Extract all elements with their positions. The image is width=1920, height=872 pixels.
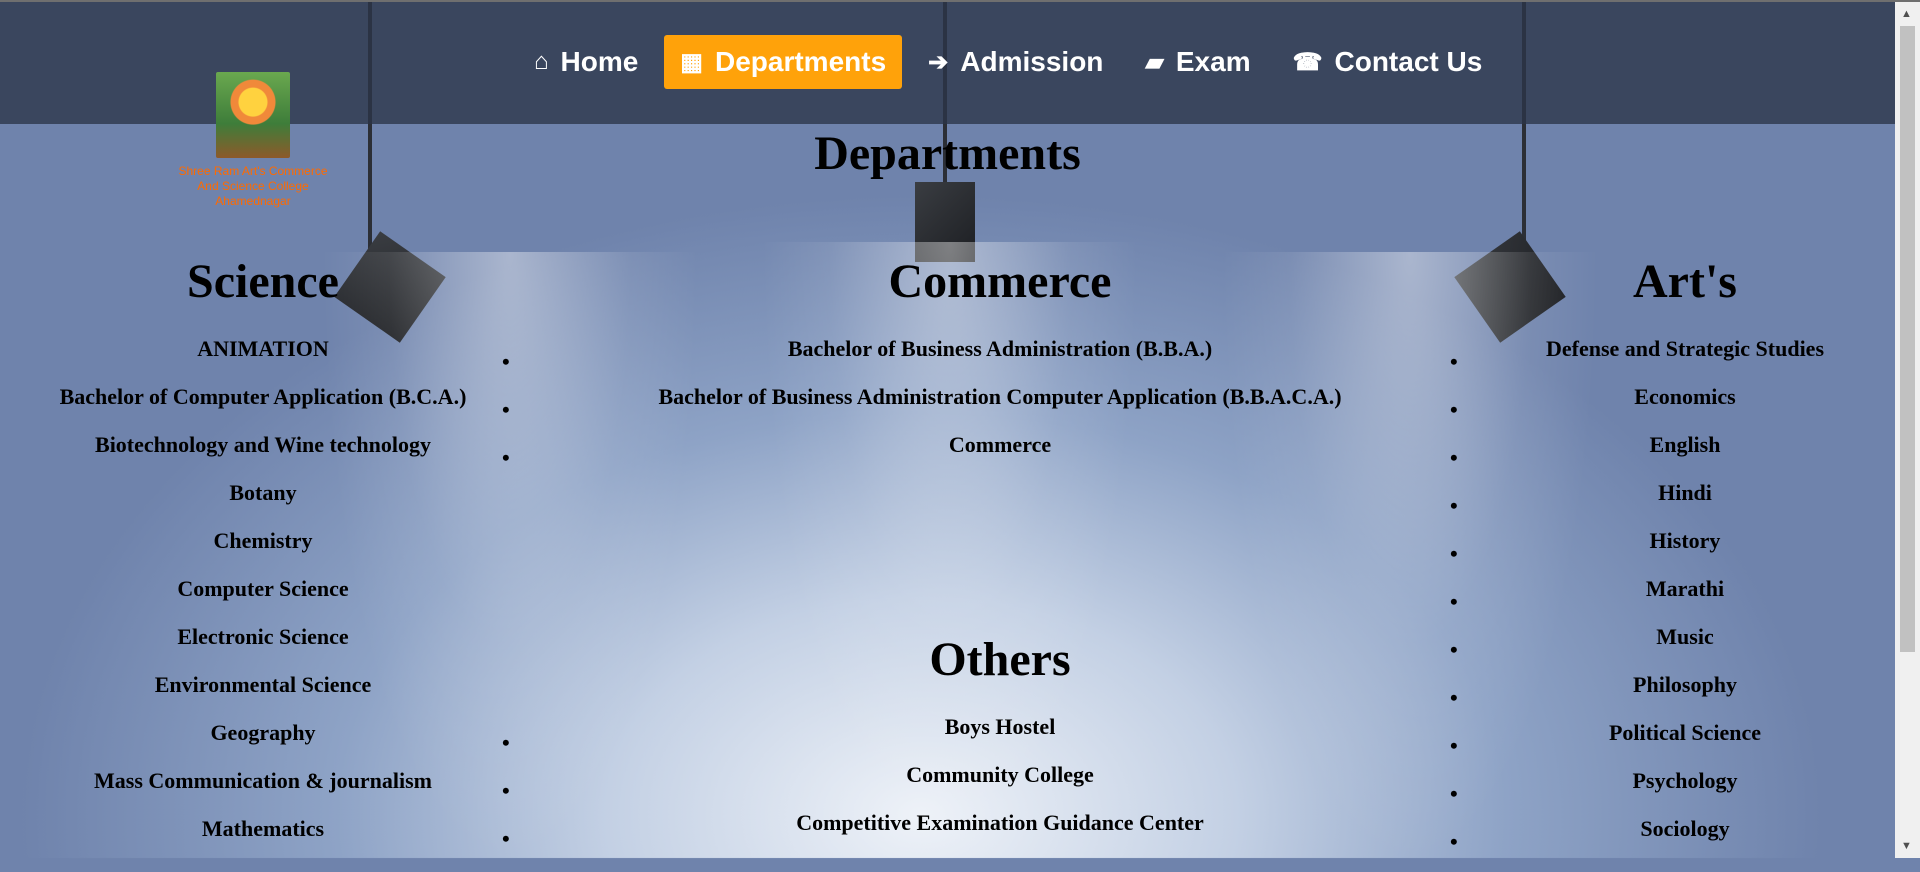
arts-list: Defense and Strategic Studies Economics En…	[1500, 325, 1870, 853]
bullet-marker: •	[502, 826, 510, 851]
arts-column: Art's Defense and Strategic Studies Econo…	[1500, 254, 1870, 853]
list-item[interactable]: Defense and Strategic Studies	[1500, 325, 1870, 373]
home-icon: ⌂	[534, 48, 549, 75]
list-item[interactable]: Boys Hostel	[560, 703, 1440, 751]
bullet-marker: •	[502, 349, 510, 374]
bullet-marker: •	[1450, 445, 1458, 470]
others-list: Boys Hostel Community College Competitive …	[560, 703, 1440, 847]
page-title: Departments	[814, 127, 1081, 180]
science-heading: Science	[187, 255, 339, 308]
list-item[interactable]: Economics	[1500, 373, 1870, 421]
bullet-marker: •	[1450, 733, 1458, 758]
phone-icon: ☎	[1292, 48, 1323, 76]
list-item[interactable]: Environmental Science	[20, 661, 506, 709]
nav-admission-label: Admission	[960, 46, 1104, 77]
list-item[interactable]: Hindi	[1500, 469, 1870, 517]
scrollbar[interactable]: ▲ ▼	[1895, 2, 1920, 858]
commerce-heading: Commerce	[888, 255, 1112, 308]
science-column: Science ANIMATION Bachelor of Computer Ap…	[20, 254, 506, 853]
list-item[interactable]: Psychology	[1500, 757, 1870, 805]
nav-exam[interactable]: ▰ Exam	[1129, 35, 1266, 89]
list-item[interactable]: Sociology	[1500, 805, 1870, 853]
bullet-marker: •	[502, 778, 510, 803]
scroll-up-icon[interactable]: ▲	[1901, 8, 1912, 20]
list-item[interactable]: English	[1500, 421, 1870, 469]
bullet-marker: •	[1450, 781, 1458, 806]
list-item[interactable]: Electronic Science	[20, 613, 506, 661]
list-item[interactable]: Bachelor of Business Administration (B.B…	[560, 325, 1440, 373]
list-item[interactable]: Botany	[20, 469, 506, 517]
bullet-marker: •	[1450, 541, 1458, 566]
nav-home[interactable]: ⌂ Home	[518, 35, 654, 89]
list-item[interactable]: Geography	[20, 709, 506, 757]
bullet-marker: •	[1450, 493, 1458, 518]
book-icon: ▰	[1145, 48, 1164, 76]
list-item[interactable]: Chemistry	[20, 517, 506, 565]
list-item[interactable]: Mass Communication & journalism	[20, 757, 506, 805]
bullet-marker: •	[502, 397, 510, 422]
commerce-column: Commerce Bachelor of Business Administra…	[560, 254, 1440, 469]
list-item[interactable]: Biotechnology and Wine technology	[20, 421, 506, 469]
scroll-down-icon[interactable]: ▼	[1901, 840, 1912, 852]
building-icon: ▦	[680, 48, 703, 76]
nav-menu: ⌂ Home ▦ Departments ➔ Admission ▰ Exam …	[518, 35, 1508, 89]
list-item[interactable]: Music	[1500, 613, 1870, 661]
sign-in-icon: ➔	[928, 48, 949, 76]
nav-home-label: Home	[560, 46, 639, 77]
nav-admission[interactable]: ➔ Admission	[912, 35, 1119, 89]
others-column: Others Boys Hostel Community College Compe…	[560, 632, 1440, 847]
nav-contact-label: Contact Us	[1334, 46, 1483, 77]
list-item[interactable]: Marathi	[1500, 565, 1870, 613]
science-list: ANIMATION Bachelor of Computer Applicatio…	[20, 325, 506, 853]
nav-exam-label: Exam	[1175, 46, 1251, 77]
bullet-marker: •	[502, 730, 510, 755]
nav-contact[interactable]: ☎ Contact Us	[1277, 35, 1499, 89]
nav-departments[interactable]: ▦ Departments	[664, 35, 903, 89]
bullet-marker: •	[1450, 685, 1458, 710]
commerce-list: Bachelor of Business Administration (B.B…	[560, 325, 1440, 469]
list-item[interactable]: Computer Science	[20, 565, 506, 613]
arts-heading: Art's	[1633, 255, 1737, 308]
list-item[interactable]: Political Science	[1500, 709, 1870, 757]
list-item[interactable]: Philosophy	[1500, 661, 1870, 709]
bullet-marker: •	[1450, 397, 1458, 422]
bullet-marker: •	[1450, 829, 1458, 854]
bullet-marker: •	[1450, 637, 1458, 662]
others-heading: Others	[929, 633, 1071, 686]
list-item[interactable]: ANIMATION	[20, 325, 506, 373]
list-item[interactable]: Community College	[560, 751, 1440, 799]
bullet-marker: •	[1450, 349, 1458, 374]
list-item[interactable]: Commerce	[560, 421, 1440, 469]
list-item[interactable]: Bachelor of Computer Application (B.C.A.…	[20, 373, 506, 421]
scroll-thumb[interactable]	[1900, 26, 1915, 652]
bullet-marker: •	[502, 445, 510, 470]
list-item[interactable]: Competitive Examination Guidance Center	[560, 799, 1440, 847]
list-item[interactable]: History	[1500, 517, 1870, 565]
list-item[interactable]: Bachelor of Business Administration Comp…	[560, 373, 1440, 421]
bullet-marker: •	[1450, 589, 1458, 614]
nav-departments-label: Departments	[714, 46, 887, 77]
list-item[interactable]: Mathematics	[20, 805, 506, 853]
